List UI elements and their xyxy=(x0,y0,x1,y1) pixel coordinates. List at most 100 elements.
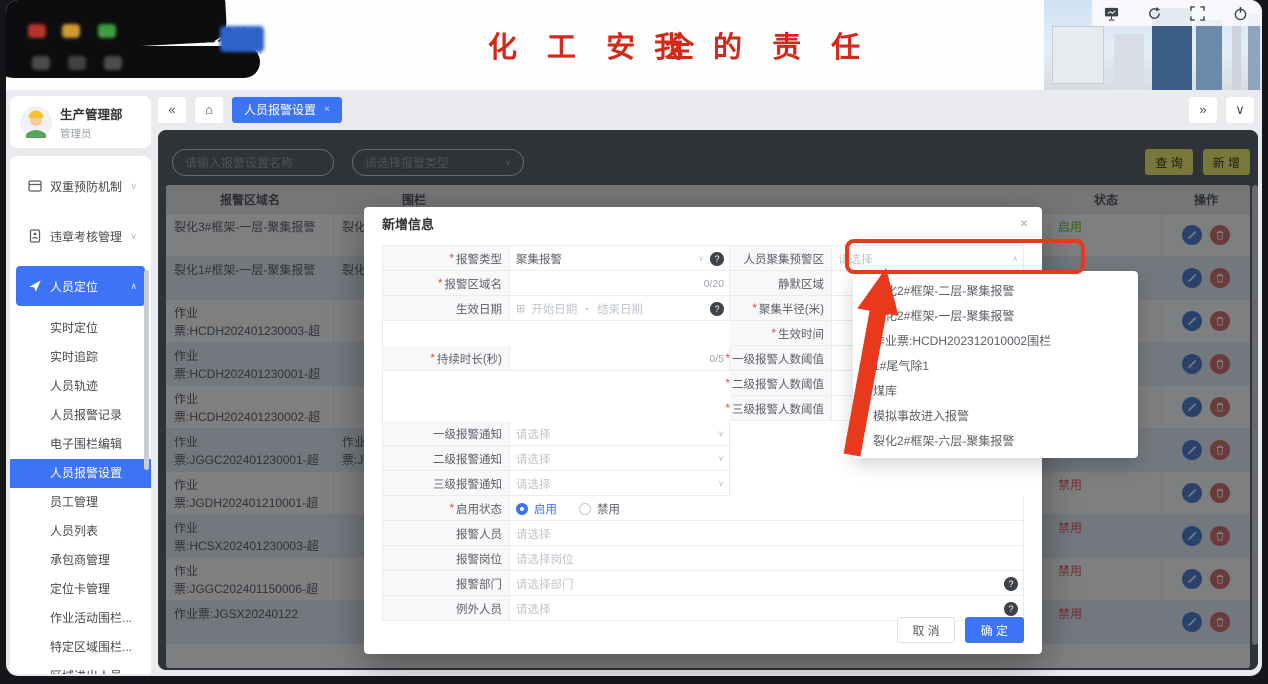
calendar-icon: ⊞ xyxy=(516,302,525,315)
app-window: 安全生产信息化系统 safety production information … xyxy=(6,0,1262,676)
sidebar-scrollbar[interactable] xyxy=(144,270,149,470)
expand-tabs-button[interactable]: » xyxy=(1189,97,1217,123)
alarm-type-field[interactable]: 聚集报警∨? xyxy=(510,246,730,271)
avatar xyxy=(20,106,52,138)
sidebar-subitem[interactable]: 承包商管理 xyxy=(10,546,151,575)
sidebar-subitem[interactable]: 实时追踪 xyxy=(10,343,151,372)
time-label: 生效时间 xyxy=(778,326,824,342)
radius-label: 聚集半径(米) xyxy=(759,301,824,317)
user-role: 管理员 xyxy=(60,126,123,141)
redacted-dot xyxy=(32,56,50,70)
notify3-label: 三级报警通知 xyxy=(433,476,502,492)
sidebar-item-personnel-positioning[interactable]: 人员定位 ∧ xyxy=(16,266,145,306)
window-dot-green xyxy=(98,24,116,38)
redacted-dot xyxy=(68,56,86,70)
chevron-down-icon: ∨ xyxy=(718,479,724,488)
refresh-icon[interactable] xyxy=(1147,6,1162,21)
help-icon[interactable]: ? xyxy=(1004,602,1018,616)
alarm-type-label: 报警类型 xyxy=(456,251,502,267)
tab-close-icon[interactable]: × xyxy=(324,104,330,115)
except-label: 例外人员 xyxy=(456,601,502,617)
sidebar-subitem[interactable]: 作业活动围栏... xyxy=(10,604,151,633)
sidebar-subitem[interactable]: 定位卡管理 xyxy=(10,575,151,604)
person-select[interactable]: 请选择 xyxy=(510,521,1024,546)
threshold3-label: 三级报警人数阈值 xyxy=(732,401,824,417)
duration-input[interactable]: 0/5 xyxy=(510,346,730,371)
modal-title: 新增信息 xyxy=(364,207,1042,239)
home-icon[interactable]: ⌂ xyxy=(195,97,223,123)
sidebar-subitem[interactable]: 人员报警设置 xyxy=(10,459,151,488)
notify3-select[interactable]: 请选择∨ xyxy=(510,471,730,496)
tab-bar: « ⌂ 人员报警设置 × » ∨ xyxy=(158,96,1258,123)
topbar-icon-strip xyxy=(1092,0,1262,26)
tab-menu-button[interactable]: ∨ xyxy=(1226,97,1254,123)
photo-structure xyxy=(1196,20,1222,90)
redacted-dot xyxy=(104,56,122,70)
sidebar-subitem[interactable]: 特定区域围栏... xyxy=(10,633,151,662)
sidebar-item-label: 违章考核管理 xyxy=(50,228,122,245)
cancel-button[interactable]: 取 消 xyxy=(897,617,954,643)
area-name-label: 报警区域名 xyxy=(445,276,503,292)
help-icon[interactable]: ? xyxy=(1004,577,1018,591)
sidebar-menu: 双重预防机制 ∨ 违章考核管理 ∨ 人员定位 ∧ 实时定位实时追踪人员轨迹人员报… xyxy=(10,156,151,674)
radio-enabled[interactable] xyxy=(516,503,528,515)
tab-personnel-alarm-settings[interactable]: 人员报警设置 × xyxy=(232,97,342,123)
post-select[interactable]: 请选择岗位 xyxy=(510,546,1024,571)
radio-disabled-label[interactable]: 禁用 xyxy=(597,501,620,517)
navigation-icon xyxy=(28,279,42,293)
slogan-right: 我 的 责 任 xyxy=(654,24,871,66)
gather-area-label: 人员聚集预警区 xyxy=(744,251,825,267)
user-department: 生产管理部 xyxy=(60,104,123,123)
chevron-up-icon: ∧ xyxy=(130,281,137,292)
sidebar-subitem[interactable]: 实时定位 xyxy=(10,314,151,343)
sidebar-subitem[interactable]: 电子围栏编辑 xyxy=(10,430,151,459)
notify1-label: 一级报警通知 xyxy=(433,426,502,442)
chevron-down-icon: ∨ xyxy=(718,429,724,438)
document-icon xyxy=(28,229,42,243)
date-range-picker[interactable]: ⊞开始日期-结束日期? xyxy=(510,296,730,321)
photo-tank xyxy=(1114,34,1144,90)
sidebar-item-label: 双重预防机制 xyxy=(50,178,122,195)
annotation-arrow xyxy=(826,258,926,468)
threshold2-label: 二级报警人数阈值 xyxy=(732,376,824,392)
sidebar-submenu: 实时定位实时追踪人员轨迹人员报警记录电子围栏编辑人员报警设置员工管理人员列表承包… xyxy=(10,314,151,674)
chevron-down-icon: ∨ xyxy=(698,254,704,263)
sidebar-item-double-prevention[interactable]: 双重预防机制 ∨ xyxy=(16,166,145,206)
sidebar-subitem[interactable]: 人员轨迹 xyxy=(10,372,151,401)
sidebar-subitem[interactable]: 人员报警记录 xyxy=(10,401,151,430)
chevron-down-icon: ∨ xyxy=(130,231,137,242)
window-dot-red xyxy=(28,24,46,38)
duration-label: 持续时长(秒) xyxy=(437,351,502,367)
fullscreen-icon[interactable] xyxy=(1190,6,1205,21)
sidebar-subitem[interactable]: 员工管理 xyxy=(10,488,151,517)
power-icon[interactable] xyxy=(1233,6,1248,21)
help-icon[interactable]: ? xyxy=(710,252,724,266)
collapse-sidebar-button[interactable]: « xyxy=(158,97,186,123)
threshold1-label: 一级报警人数阈值 xyxy=(732,351,824,367)
window-dot-yellow xyxy=(62,24,80,38)
redacted-logo-area xyxy=(55,0,228,50)
notify2-select[interactable]: 请选择∨ xyxy=(510,446,730,471)
notify1-select[interactable]: 请选择∨ xyxy=(510,421,730,446)
date-label: 生效日期 xyxy=(456,301,502,317)
notify2-label: 二级报警通知 xyxy=(433,451,502,467)
app-header: 安全生产信息化系统 safety production information … xyxy=(6,0,1262,90)
enable-label: 启用状态 xyxy=(456,501,502,517)
confirm-button[interactable]: 确 定 xyxy=(965,617,1024,643)
dept-select[interactable]: 请选择部门? xyxy=(510,571,1024,596)
sidebar-subitem[interactable]: 人员列表 xyxy=(10,517,151,546)
user-card: 生产管理部 管理员 xyxy=(10,96,151,148)
help-icon[interactable]: ? xyxy=(710,302,724,316)
area-name-input[interactable]: 0/20 xyxy=(510,271,730,296)
radio-enabled-label[interactable]: 启用 xyxy=(534,501,557,517)
radio-disabled[interactable] xyxy=(579,503,591,515)
sidebar-item-violation-assessment[interactable]: 违章考核管理 ∨ xyxy=(16,216,145,256)
chevron-down-icon: ∨ xyxy=(718,454,724,463)
dept-label: 报警部门 xyxy=(456,576,502,592)
person-label: 报警人员 xyxy=(456,526,502,542)
presentation-icon[interactable] xyxy=(1104,6,1119,21)
sidebar-item-label: 人员定位 xyxy=(50,278,98,295)
sidebar-subitem[interactable]: 区域进出人员 xyxy=(10,662,151,674)
post-label: 报警岗位 xyxy=(456,551,502,567)
close-icon[interactable]: × xyxy=(1020,215,1028,231)
